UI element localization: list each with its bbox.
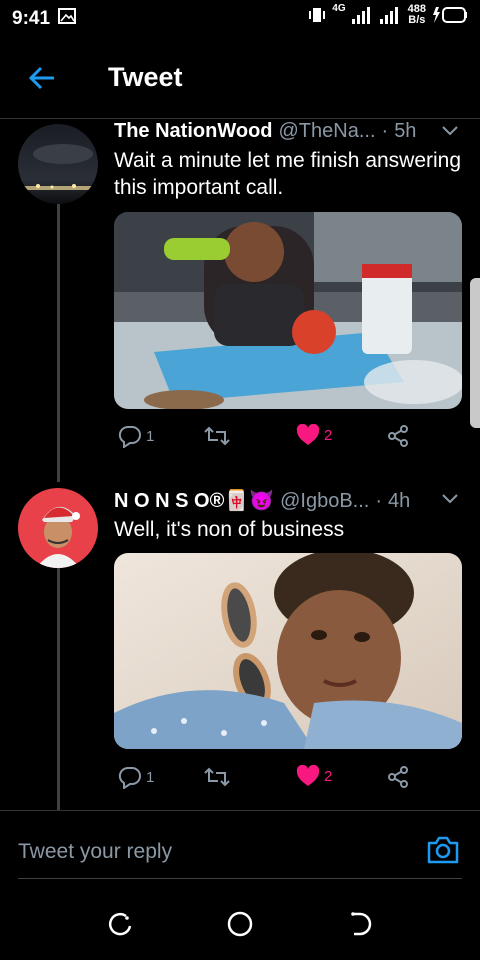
like-count: 2 <box>324 767 333 785</box>
retweet-icon <box>204 426 230 446</box>
tweet-text: Well, it's non of business <box>114 518 345 541</box>
reply-count: 1 <box>146 427 155 445</box>
home-icon[interactable] <box>226 910 254 938</box>
thread-line <box>57 200 60 482</box>
chevron-down-icon[interactable] <box>442 126 458 136</box>
tweet-header: The NationWood @TheNa... · 5h <box>114 120 416 143</box>
signal-icon-2 <box>379 7 398 24</box>
share-icon <box>388 425 408 447</box>
tweet-time: 5h <box>394 120 417 142</box>
reply-button[interactable]: 1 <box>118 765 154 789</box>
tweet-media[interactable] <box>114 212 462 409</box>
reply-divider <box>0 810 480 811</box>
status-bar: 9:41 4G 488 B/s <box>0 0 480 40</box>
tweet-time: 4h <box>388 490 411 512</box>
reply-button[interactable]: 1 <box>118 424 154 448</box>
recent-apps-icon[interactable] <box>106 910 134 938</box>
back-icon[interactable] <box>346 910 374 938</box>
tweet-actions: 1 2 <box>114 765 464 795</box>
app-bar: Tweet <box>0 40 480 119</box>
net-speed-unit: B/s <box>408 14 426 26</box>
author-name[interactable]: The NationWood <box>114 120 273 143</box>
reply-icon <box>118 425 141 448</box>
author-name[interactable]: N O N S O®🀄😈 <box>114 488 274 513</box>
avatar[interactable] <box>18 124 98 204</box>
tweet-text: Wait a minute let me finish answering th… <box>114 149 462 199</box>
scrollbar-thumb[interactable] <box>470 278 480 428</box>
reply-count: 1 <box>146 768 155 786</box>
reply-underline <box>18 878 462 879</box>
separator-dot: · <box>375 490 383 512</box>
heart-icon <box>296 424 320 445</box>
share-button[interactable] <box>386 765 410 789</box>
tweet-actions: 1 2 <box>114 424 464 454</box>
camera-icon[interactable] <box>426 834 460 866</box>
battery-charging-icon <box>433 7 467 23</box>
heart-icon <box>296 765 320 786</box>
retweet-button[interactable] <box>204 765 230 789</box>
author-handle[interactable]: @TheNa... <box>279 120 376 143</box>
system-nav-bar <box>0 896 480 960</box>
status-right: 4G 488 B/s <box>308 4 468 26</box>
gallery-icon <box>58 8 76 24</box>
signal-icon <box>351 7 370 24</box>
like-count: 2 <box>324 426 333 444</box>
retweet-icon <box>204 767 230 787</box>
like-button[interactable]: 2 <box>296 424 332 446</box>
page-title: Tweet <box>108 62 183 92</box>
like-button[interactable]: 2 <box>296 765 332 787</box>
share-icon <box>388 766 408 788</box>
status-time: 9:41 <box>12 8 51 29</box>
avatar[interactable] <box>18 488 98 568</box>
tweet-header: N O N S O®🀄😈 @IgboB... · 4h <box>114 488 410 513</box>
retweet-button[interactable] <box>204 424 230 448</box>
network-type: 4G <box>332 3 346 14</box>
net-speed: 488 B/s <box>408 4 426 26</box>
tweet-media[interactable] <box>114 553 462 749</box>
thread-line <box>57 568 60 810</box>
reply-input[interactable] <box>18 836 398 868</box>
separator-dot: · <box>381 120 389 142</box>
vibrate-icon <box>309 8 326 22</box>
share-button[interactable] <box>386 424 410 448</box>
author-handle[interactable]: @IgboB... <box>280 490 369 513</box>
reply-icon <box>118 766 141 789</box>
chevron-down-icon[interactable] <box>442 494 458 504</box>
back-arrow-icon[interactable] <box>28 66 56 90</box>
